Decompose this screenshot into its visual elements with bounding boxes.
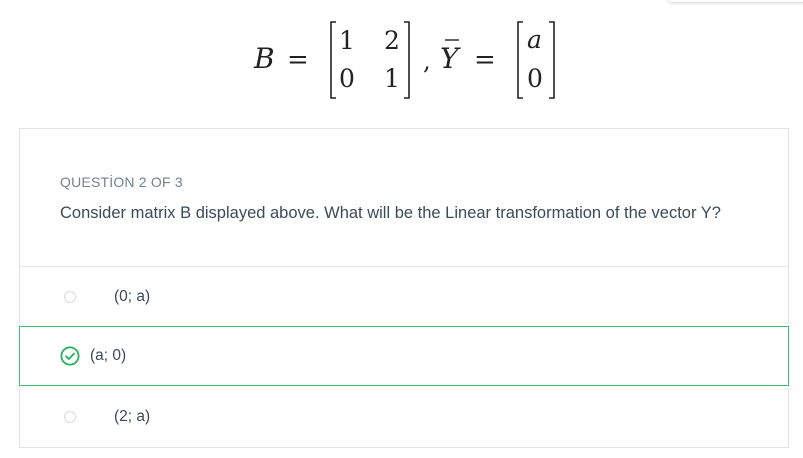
formula-comma: , <box>423 47 431 75</box>
matrix-b-cell-21: 0 <box>339 64 355 93</box>
matrix-b-cell-12: 2 <box>384 26 400 55</box>
equals-sign-2: = <box>474 45 496 75</box>
answer-option-label: (0; a) <box>114 288 151 305</box>
formula-svg: B = 1 2 0 1 , Y = a 0 <box>253 21 555 99</box>
matrix-b-right-bracket <box>404 21 410 99</box>
matrix-formula: B = 1 2 0 1 , Y = a 0 <box>0 18 803 104</box>
vector-cell-2: 0 <box>527 64 543 93</box>
radio-button[interactable] <box>64 291 76 303</box>
matrix-name-b: B <box>253 42 275 75</box>
question-header: QUESTİON 2 OF 3 <box>60 172 183 191</box>
answer-option-1[interactable]: (0; a) <box>20 267 788 327</box>
question-counter: QUESTİON 2 OF 3 <box>60 174 183 190</box>
answer-option-2[interactable]: (a; 0) <box>19 326 789 386</box>
vector-left-bracket <box>517 21 523 99</box>
matrix-b-cell-11: 1 <box>339 26 355 55</box>
quiz-page: B = 1 2 0 1 , Y = a 0 QUESTİON 2 OF 3 Co… <box>0 0 803 458</box>
cropped-card-edge <box>668 0 803 2</box>
answer-option-label: (2; a) <box>114 408 151 425</box>
answer-option-3[interactable]: (2; a) <box>20 387 788 447</box>
vector-right-bracket <box>549 21 555 99</box>
equals-sign-1: = <box>287 45 309 75</box>
vector-cell-1: a <box>527 25 542 54</box>
check-circle-icon <box>60 346 80 366</box>
vector-name-y: Y <box>440 42 461 75</box>
matrix-b-left-bracket <box>330 21 336 99</box>
matrix-b-cell-22: 1 <box>384 64 400 93</box>
answer-option-label: (a; 0) <box>90 347 127 364</box>
question-text: Consider matrix B displayed above. What … <box>60 204 721 222</box>
question-card: QUESTİON 2 OF 3 Consider matrix B displa… <box>19 128 789 448</box>
radio-button[interactable] <box>64 411 76 423</box>
